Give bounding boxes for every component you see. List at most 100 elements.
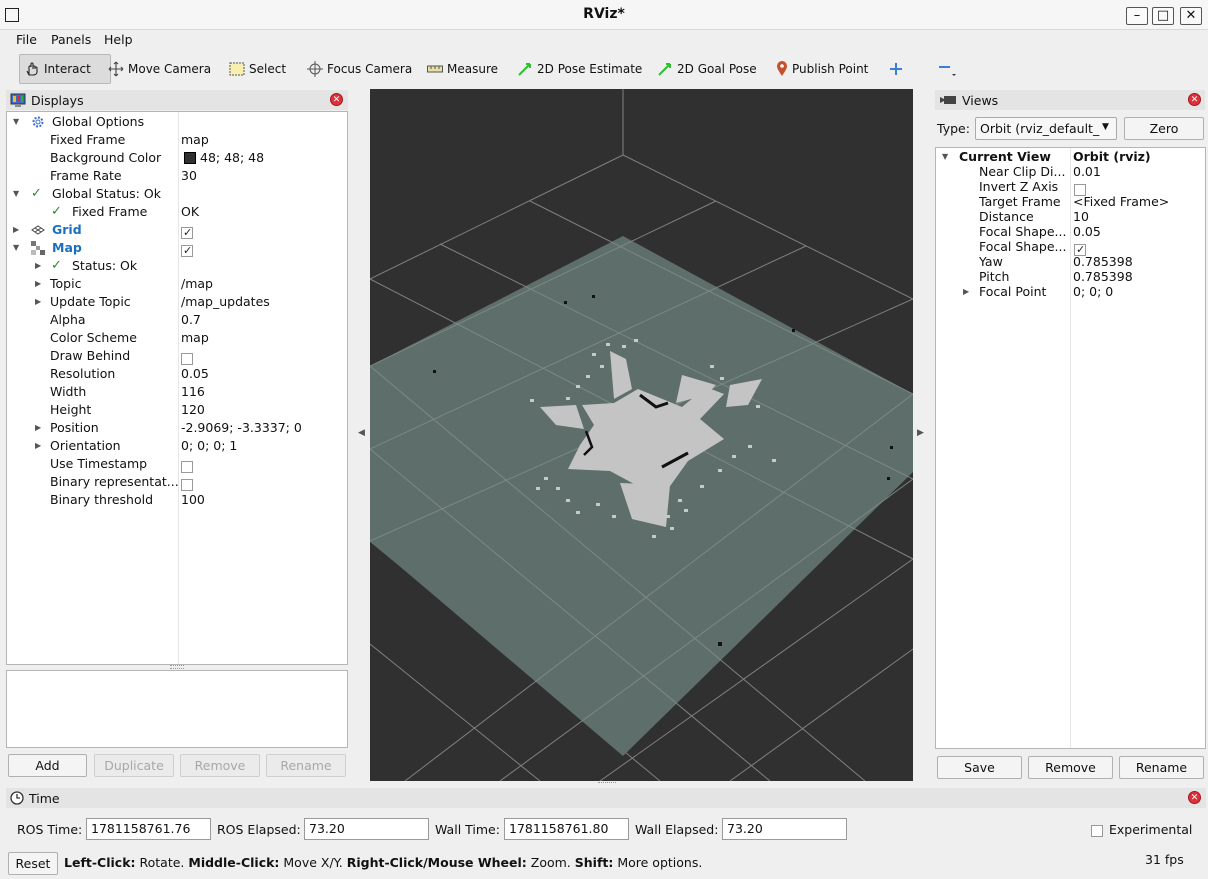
tree-row-binary-representation[interactable]: Binary representat... [7, 473, 347, 491]
tree-row-topic[interactable]: ▶ Topic /map [7, 275, 347, 293]
tree-row-frame-rate[interactable]: Frame Rate 30 [7, 167, 347, 185]
tree-row-fixed-frame[interactable]: Fixed Frame map [7, 131, 347, 149]
row-label: Width [50, 384, 87, 399]
row-value: OK [181, 204, 200, 219]
move-camera-tool[interactable]: Move Camera [104, 54, 215, 84]
viewport-splitter[interactable] [598, 782, 616, 785]
map-enabled-checkbox[interactable] [181, 242, 193, 260]
minimize-button[interactable]: – [1126, 7, 1148, 25]
render-viewport[interactable] [370, 89, 913, 781]
grid-enabled-checkbox[interactable] [181, 224, 193, 242]
tree-row-color-scheme[interactable]: Color Scheme map [7, 329, 347, 347]
hint-shift: Shift: [574, 855, 614, 870]
views-close-button[interactable]: ✕ [1188, 93, 1201, 106]
wall-time-field[interactable]: 1781158761.80 [504, 818, 629, 840]
save-view-button[interactable]: Save [937, 756, 1022, 779]
select-box-icon [229, 62, 245, 76]
view-type-label: Type: [937, 121, 970, 136]
remove-tool-button[interactable] [933, 54, 961, 84]
experimental-checkbox[interactable] [1091, 825, 1103, 837]
tree-row-update-topic[interactable]: ▶ Update Topic /map_updates [7, 293, 347, 311]
tree-row-resolution[interactable]: Resolution 0.05 [7, 365, 347, 383]
reset-button[interactable]: Reset [8, 852, 58, 875]
monitor-icon [10, 93, 26, 107]
row-value[interactable]: /map [181, 275, 213, 293]
use-timestamp-checkbox[interactable] [181, 461, 193, 473]
ruler-icon [427, 65, 443, 73]
ros-elapsed-field[interactable]: 73.20 [304, 818, 429, 840]
row-label: Resolution [50, 366, 116, 381]
wall-elapsed-field[interactable]: 73.20 [722, 818, 847, 840]
pose-estimate-label: 2D Pose Estimate [537, 62, 643, 76]
hint-right-click: Right-Click/Mouse Wheel: [346, 855, 527, 870]
time-title: Time [29, 790, 60, 806]
collapse-left-icon[interactable]: ◀ [358, 428, 365, 438]
ros-time-field[interactable]: 1781158761.76 [86, 818, 211, 840]
row-value[interactable]: 30 [181, 167, 197, 185]
tree-row-grid[interactable]: ▶ Grid [7, 221, 347, 242]
tree-row-fixed-frame-status[interactable]: ✓ Fixed Frame OK [7, 203, 347, 221]
row-label: Color Scheme [50, 330, 137, 345]
select-label: Select [249, 62, 287, 76]
tree-row-width[interactable]: Width 116 [7, 383, 347, 401]
row-label: Binary threshold [50, 492, 154, 507]
tree-row-background-color[interactable]: Background Color 48; 48; 48 [7, 149, 347, 167]
interact-tool[interactable]: Interact [19, 54, 111, 84]
close-window-button[interactable]: ✕ [1180, 7, 1202, 25]
tree-row-orientation[interactable]: ▶ Orientation 0; 0; 0; 1 [7, 437, 347, 455]
tree-row-binary-threshold[interactable]: Binary threshold 100 [7, 491, 347, 509]
splitter-handle[interactable] [170, 665, 184, 669]
menu-file[interactable]: File [16, 32, 37, 47]
tree-row-map-status[interactable]: ▶ ✓ Status: Ok [7, 257, 347, 275]
tree-row-use-timestamp[interactable]: Use Timestamp [7, 455, 347, 473]
row-label: Grid [52, 222, 82, 237]
tree-row-height[interactable]: Height 120 [7, 401, 347, 419]
2d-goal-pose-tool[interactable]: 2D Goal Pose [653, 54, 761, 84]
row-value[interactable]: 48; 48; 48 [200, 149, 264, 167]
binary-representation-checkbox[interactable] [181, 479, 193, 491]
draw-behind-checkbox[interactable] [181, 353, 193, 365]
duplicate-display-button[interactable]: Duplicate [94, 754, 174, 777]
time-close-button[interactable]: ✕ [1188, 791, 1201, 804]
row-value[interactable]: 0.7 [181, 311, 201, 329]
tree-row-alpha[interactable]: Alpha 0.7 [7, 311, 347, 329]
row-value[interactable]: map [181, 329, 209, 347]
tree-row-global-options[interactable]: ▼ Global Options [7, 113, 347, 131]
row-label: Use Timestamp [50, 456, 148, 471]
collapse-right-icon[interactable]: ▶ [917, 428, 924, 438]
view-type-select[interactable]: Orbit (rviz_default_ ▼ [975, 117, 1117, 140]
tree-row-focal-point[interactable]: ▶ Focal Point 0; 0; 0 [936, 283, 1205, 301]
focus-camera-tool[interactable]: Focus Camera [303, 54, 416, 84]
menu-help[interactable]: Help [104, 32, 133, 47]
rename-display-button[interactable]: Rename [266, 754, 346, 777]
remove-display-button[interactable]: Remove [180, 754, 260, 777]
add-display-button[interactable]: Add [8, 754, 87, 777]
title-bar: RViz* – □ ✕ [0, 0, 1208, 30]
row-value[interactable]: 0; 0; 0 [1073, 283, 1113, 301]
color-swatch[interactable] [184, 152, 196, 164]
tree-row-map[interactable]: ▼ Map [7, 239, 347, 260]
row-label: Status: Ok [72, 258, 138, 273]
displays-close-button[interactable]: ✕ [330, 93, 343, 106]
remove-view-button[interactable]: Remove [1028, 756, 1113, 779]
tree-row-position[interactable]: ▶ Position -2.9069; -3.3337; 0 [7, 419, 347, 437]
map-icon [31, 241, 45, 255]
tree-row-draw-behind[interactable]: Draw Behind [7, 347, 347, 365]
tree-row-global-status[interactable]: ▼ ✓ Global Status: Ok [7, 185, 347, 203]
row-value[interactable]: 100 [181, 491, 205, 509]
zero-view-button[interactable]: Zero [1124, 117, 1204, 140]
row-value[interactable]: map [181, 131, 209, 149]
row-label: Height [50, 402, 92, 417]
menu-panels[interactable]: Panels [51, 32, 91, 47]
2d-pose-estimate-tool[interactable]: 2D Pose Estimate [513, 54, 646, 84]
scene-canvas[interactable] [370, 89, 913, 781]
add-tool-button[interactable] [885, 54, 907, 84]
measure-tool[interactable]: Measure [423, 54, 502, 84]
publish-point-tool[interactable]: Publish Point [772, 54, 872, 84]
maximize-button[interactable]: □ [1152, 7, 1174, 25]
select-tool[interactable]: Select [225, 54, 290, 84]
menu-bar: File Panels Help [0, 30, 1208, 50]
rename-view-button[interactable]: Rename [1119, 756, 1204, 779]
row-value[interactable]: /map_updates [181, 293, 270, 311]
views-tree: ▼ Current View Orbit (rviz) Near Clip Di… [935, 147, 1206, 749]
